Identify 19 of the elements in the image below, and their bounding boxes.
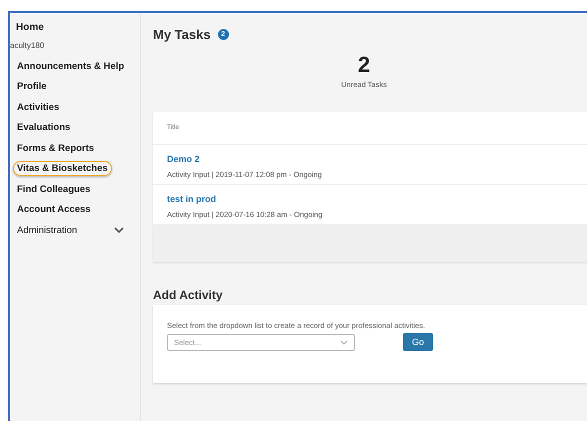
section-title: My Tasks xyxy=(153,27,211,42)
sidebar-link[interactable]: Find Colleagues xyxy=(13,182,94,197)
sidebar-link[interactable]: Profile xyxy=(13,79,51,94)
sidebar-link[interactable]: Vitas & Biosketches xyxy=(13,161,112,176)
sidebar-link[interactable]: Announcements & Help xyxy=(13,58,128,74)
sidebar-link[interactable]: Account Access xyxy=(13,202,95,218)
unread-count: 2 xyxy=(358,52,370,78)
sidebar-link[interactable]: Evaluations xyxy=(13,120,74,136)
chevron-down-icon xyxy=(340,340,348,344)
sidebar-link[interactable]: Activities xyxy=(13,100,64,115)
go-button[interactable]: Go xyxy=(403,333,433,351)
section-label: aculty180 xyxy=(10,40,44,52)
task-link[interactable]: Demo 2 xyxy=(167,154,200,164)
task-link[interactable]: test in prod xyxy=(167,194,216,204)
chevron-down-icon[interactable] xyxy=(114,226,124,234)
section-title: Add Activity xyxy=(153,288,224,302)
sidebar-link[interactable]: Forms & Reports xyxy=(13,140,98,156)
sidebar-link[interactable]: Home xyxy=(10,20,50,35)
sidebar-link[interactable]: Administration xyxy=(13,222,82,238)
